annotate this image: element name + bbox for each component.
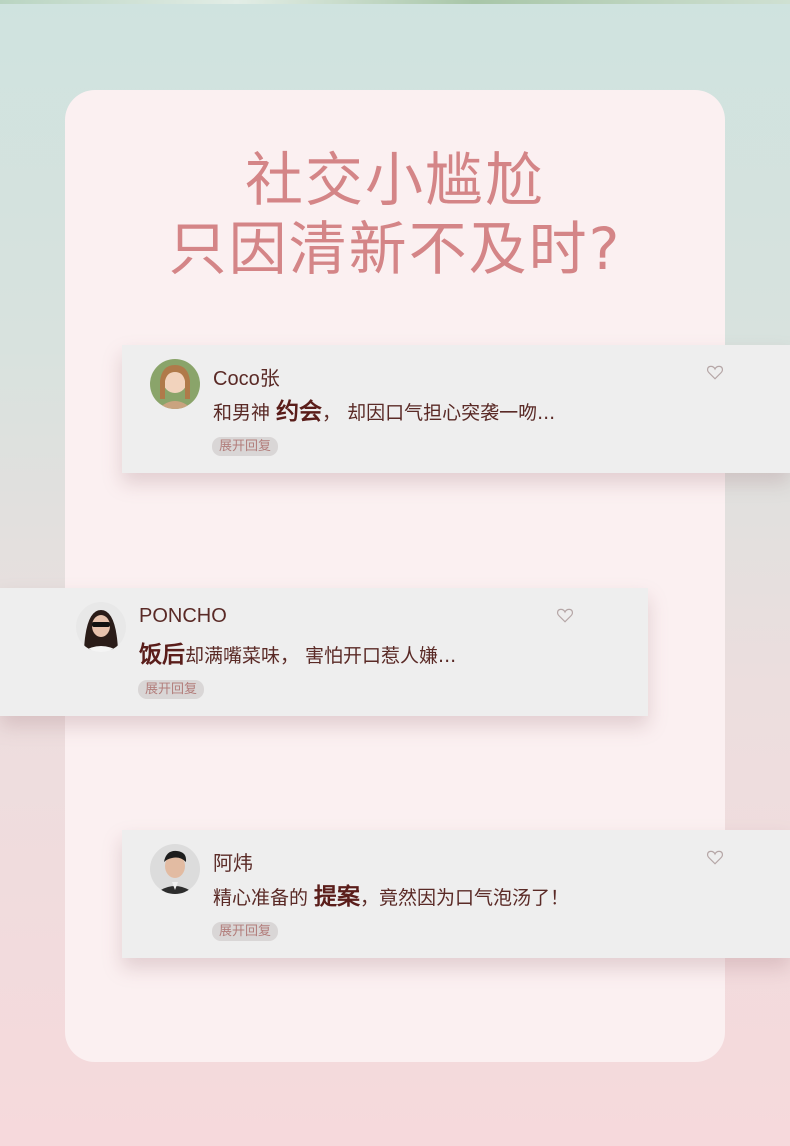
avatar[interactable] <box>150 359 200 409</box>
headline-line-1: 社交小尴尬 <box>244 146 545 214</box>
comment-card: 阿炜 精心准备的 提案，竟然因为口气泡汤了！ 展开回复 <box>122 830 790 958</box>
avatar[interactable] <box>76 602 126 652</box>
expand-replies-button[interactable]: 展开回复 <box>212 437 279 456</box>
comment-text-before: 精心准备的 <box>213 887 315 909</box>
comment-text-after: ， 却因口气担心突袭一吻... <box>322 402 556 424</box>
comment-username: Coco张 <box>213 368 280 390</box>
comment-username: 阿炜 <box>213 853 253 875</box>
comment-text-after: 却满嘴菜味， 害怕开口惹人嫌... <box>185 645 457 667</box>
expand-replies-button[interactable]: 展开回复 <box>212 922 279 941</box>
comment-highlight: 约会 <box>276 399 323 425</box>
comment-highlight: 饭后 <box>139 642 185 668</box>
comment-text: 饭后却满嘴菜味， 害怕开口惹人嫌... <box>139 635 456 669</box>
headline-line-2: 只因清新不及时? <box>168 215 622 283</box>
comment-username: PONCHO <box>139 605 227 627</box>
comment-card: Coco张 和男神 约会， 却因口气担心突袭一吻... 展开回复 <box>122 345 790 473</box>
heart-outline-icon[interactable] <box>706 848 724 866</box>
comment-text-after: ，竟然因为口气泡汤了！ <box>360 887 570 909</box>
comment-text: 和男神 约会， 却因口气担心突袭一吻... <box>213 392 555 426</box>
comment-highlight: 提案 <box>314 884 361 910</box>
comment-text: 精心准备的 提案，竟然因为口气泡汤了！ <box>213 877 569 911</box>
heart-outline-icon[interactable] <box>556 606 574 624</box>
comment-text-before: 和男神 <box>213 402 277 424</box>
heart-outline-icon[interactable] <box>706 363 724 381</box>
comment-card: PONCHO 饭后却满嘴菜味， 害怕开口惹人嫌... 展开回复 <box>0 588 648 716</box>
expand-replies-button[interactable]: 展开回复 <box>138 680 205 699</box>
top-decor-strip <box>0 0 790 4</box>
avatar[interactable] <box>150 844 200 894</box>
